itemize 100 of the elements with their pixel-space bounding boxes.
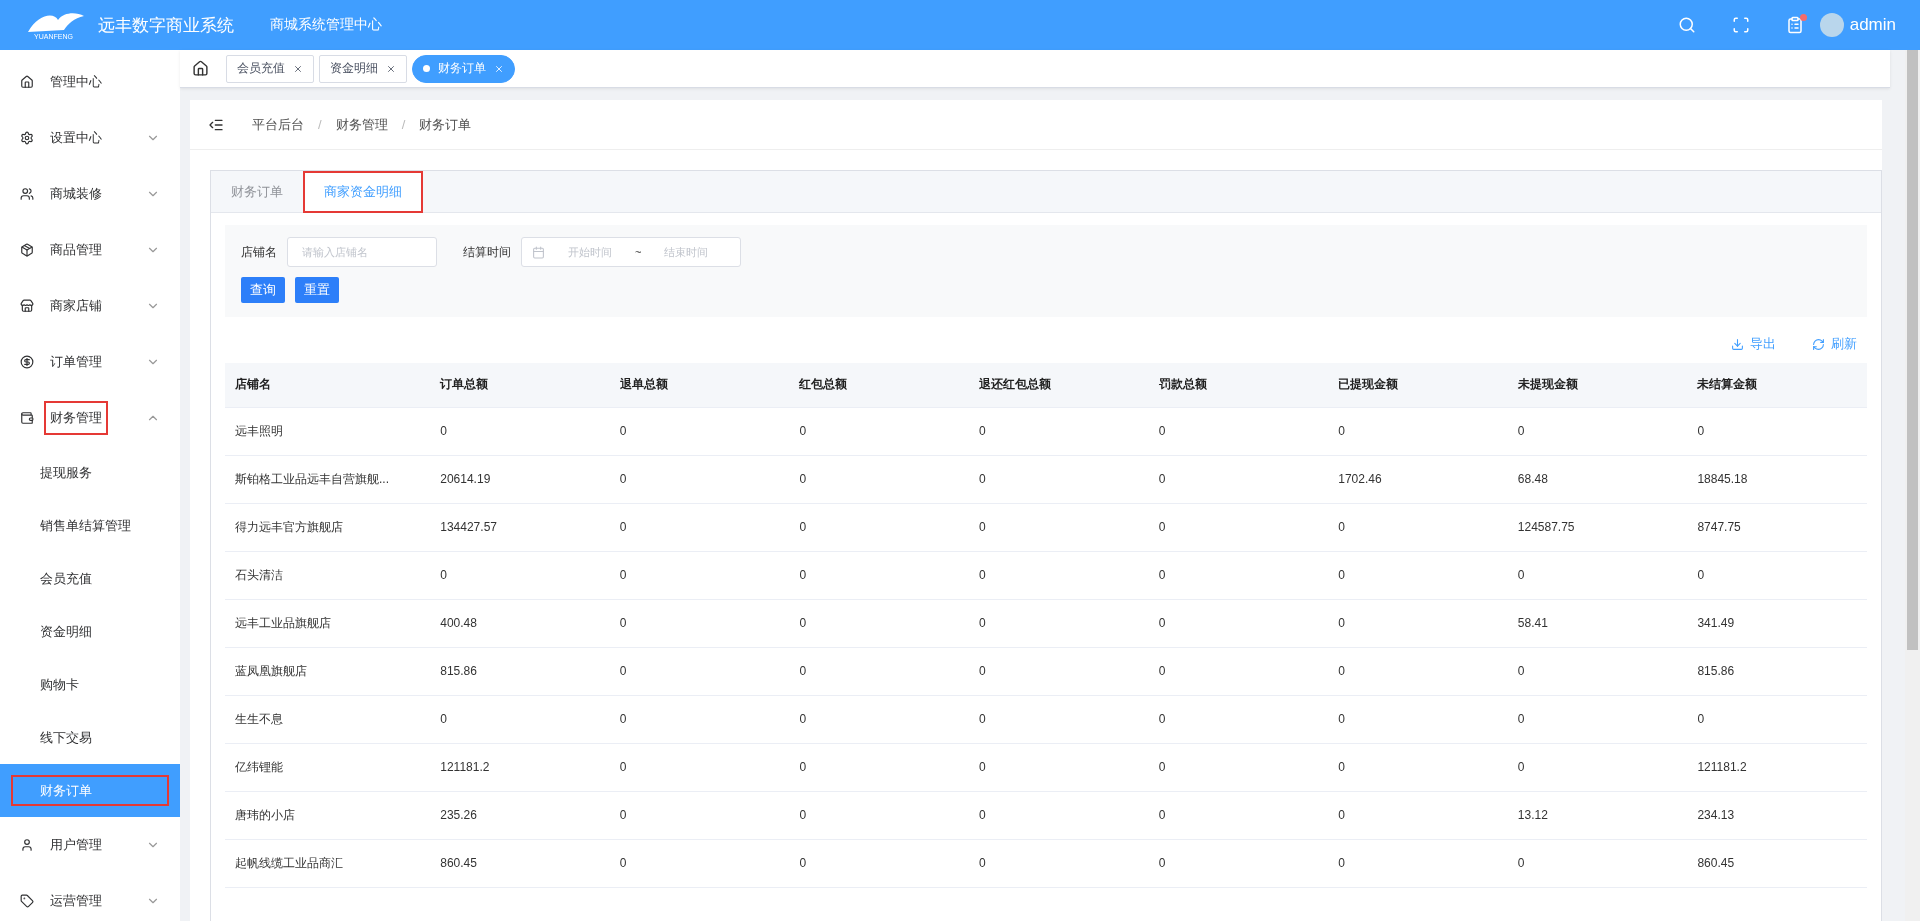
breadcrumb-separator: /: [401, 117, 406, 132]
sidebar-item[interactable]: 管理中心: [0, 54, 180, 110]
page-tab[interactable]: 资金明细: [319, 54, 407, 83]
table-cell: 0: [1328, 503, 1508, 551]
fullscreen-icon[interactable]: [1731, 16, 1750, 34]
table-cell: 20614.19: [430, 455, 610, 503]
sidebar-subitem[interactable]: 会员充值: [0, 552, 180, 605]
table-cell: 815.86: [430, 647, 610, 695]
action-label: 刷新: [1831, 335, 1857, 353]
close-icon[interactable]: [494, 63, 504, 74]
sidebar-subitem[interactable]: 销售单结算管理: [0, 499, 180, 552]
sidebar-subitem[interactable]: 资金明细: [0, 605, 180, 658]
sidebar-subitem[interactable]: 线下交易: [0, 711, 180, 764]
table-cell: 0: [969, 407, 1149, 455]
breadcrumb-item[interactable]: 财务管理: [335, 115, 388, 134]
table-cell: 18845.18: [1687, 455, 1867, 503]
menu-icon: [20, 187, 34, 201]
table-cell: 0: [789, 503, 970, 551]
table-cell: 0: [969, 455, 1149, 503]
table-cell: 400.48: [430, 599, 610, 647]
table-cell: 0: [969, 647, 1149, 695]
table-cell: 0: [1148, 455, 1329, 503]
table-cell: 0: [609, 599, 790, 647]
avatar[interactable]: [1819, 13, 1844, 37]
reset-button[interactable]: 重置: [295, 277, 339, 303]
table-cell: 0: [430, 551, 610, 599]
table-cell: 0: [1328, 791, 1508, 839]
table-cell: 0: [1507, 695, 1688, 743]
table-cell: 0: [609, 647, 790, 695]
table-cell: 0: [1328, 407, 1508, 455]
table-cell: 0: [789, 839, 970, 887]
menu-icon: [20, 75, 34, 89]
close-icon[interactable]: [386, 63, 396, 74]
table-cell: 蓝凤凰旗舰店: [225, 647, 431, 695]
page-tab[interactable]: 会员充值: [226, 54, 314, 83]
table-cell: 0: [789, 599, 970, 647]
table-cell: 0: [1507, 743, 1688, 791]
sidebar-item[interactable]: 用户管理: [0, 817, 180, 873]
calendar-icon: [532, 245, 545, 259]
table-cell: 0: [609, 551, 790, 599]
sidebar-item[interactable]: 设置中心: [0, 110, 180, 166]
sidebar-item[interactable]: 商城装修: [0, 166, 180, 222]
menu-icon: [20, 243, 34, 257]
table-cell: 0: [969, 599, 1149, 647]
breadcrumb-separator: /: [318, 117, 322, 132]
column-header: 已提现金额: [1328, 363, 1508, 407]
column-header: 店铺名: [225, 363, 431, 407]
sidebar-item[interactable]: 运营管理: [0, 873, 180, 921]
table-cell: 58.41: [1507, 599, 1688, 647]
sidebar-subitem[interactable]: 提现服务: [0, 446, 180, 499]
close-icon[interactable]: [293, 63, 303, 74]
sidebar-item[interactable]: 商品管理: [0, 222, 180, 278]
table-cell: 0: [1507, 839, 1688, 887]
table-cell: 815.86: [1687, 647, 1867, 695]
column-header: 订单总额: [430, 363, 610, 407]
table-cell: 0: [1148, 551, 1329, 599]
table-cell: 121181.2: [1687, 743, 1867, 791]
sidebar-item[interactable]: 财务管理: [0, 390, 180, 446]
table-cell: 0: [1328, 551, 1508, 599]
active-dot: [423, 65, 430, 72]
menu-icon: [20, 355, 34, 369]
table-cell: 341.49: [1687, 599, 1867, 647]
table-cell: 0: [1507, 407, 1688, 455]
table-cell: 0: [609, 695, 790, 743]
table-cell: 0: [1328, 839, 1508, 887]
scrollbar-thumb[interactable]: [1907, 50, 1918, 650]
sidebar-item[interactable]: 订单管理: [0, 334, 180, 390]
query-button[interactable]: 查询: [241, 277, 285, 303]
table-cell: 0: [969, 551, 1149, 599]
action-label: 导出: [1750, 335, 1776, 353]
column-header: 罚款总额: [1148, 363, 1329, 407]
table-cell: 0: [609, 503, 790, 551]
table-cell: 斯铂格工业品远丰自营旗舰...: [225, 455, 431, 503]
download-icon: [1731, 337, 1744, 351]
table-cell: 0: [1687, 407, 1867, 455]
clipboard-icon[interactable]: [1785, 16, 1804, 34]
table-cell: 0: [430, 695, 610, 743]
column-header: 未结算金额: [1687, 363, 1867, 407]
table-cell: 生生不息: [225, 695, 431, 743]
table-cell: 0: [1507, 551, 1688, 599]
table-cell: 8747.75: [1687, 503, 1867, 551]
sidebar-item[interactable]: 商家店铺: [0, 278, 180, 334]
table-cell: 234.13: [1687, 791, 1867, 839]
table-cell: 0: [1148, 791, 1329, 839]
table-cell: 0: [789, 551, 970, 599]
field-label: 店铺名: [241, 243, 277, 261]
table-cell: 13.12: [1507, 791, 1688, 839]
table-cell: 亿纬锂能: [225, 743, 431, 791]
search-icon[interactable]: [1677, 16, 1696, 34]
table-cell: 0: [1507, 647, 1688, 695]
tab-label: 会员充值: [237, 60, 285, 77]
field-label: 结算时间: [463, 243, 511, 261]
table-cell: 0: [1148, 743, 1329, 791]
breadcrumb-item[interactable]: 平台后台: [252, 115, 304, 134]
table-cell: 68.48: [1507, 455, 1688, 503]
home-icon[interactable]: [192, 60, 209, 77]
table-cell: 唐玮的小店: [225, 791, 431, 839]
table-cell: 860.45: [430, 839, 610, 887]
sidebar-subitem[interactable]: 购物卡: [0, 658, 180, 711]
table-cell: 0: [1148, 407, 1329, 455]
